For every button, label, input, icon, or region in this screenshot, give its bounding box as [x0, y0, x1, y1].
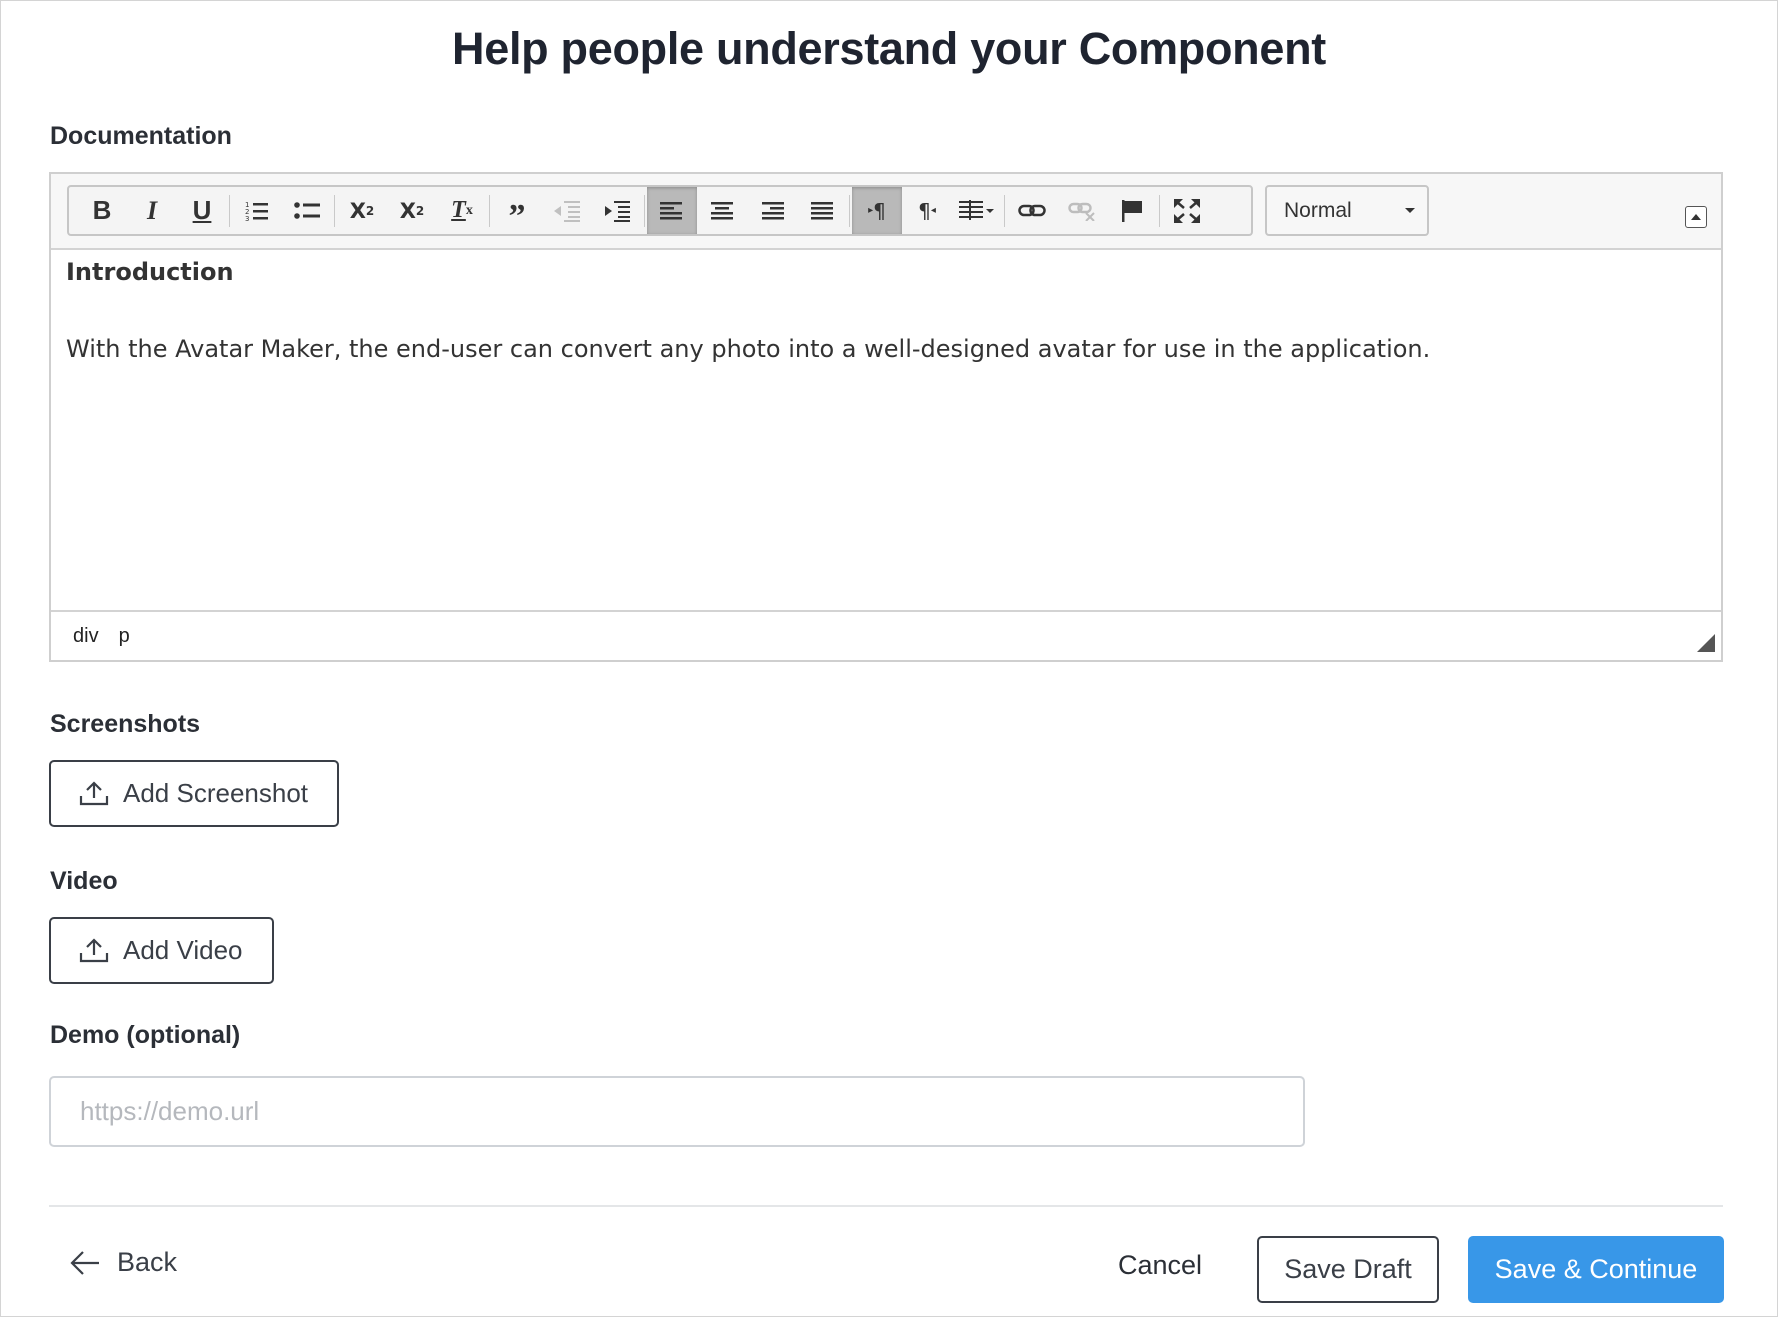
- maximize-button[interactable]: [1162, 187, 1212, 234]
- outdent-icon: [554, 200, 580, 222]
- toolbar-separator: [849, 194, 850, 227]
- add-screenshot-button[interactable]: Add Screenshot: [49, 760, 339, 827]
- indent-icon: [605, 200, 630, 222]
- anchor-button[interactable]: [1107, 187, 1157, 234]
- demo-url-input[interactable]: [49, 1076, 1305, 1147]
- unlink-icon: [1068, 202, 1095, 221]
- editor-content[interactable]: Introduction With the Avatar Maker, the …: [51, 250, 1721, 614]
- cancel-button[interactable]: Cancel: [1118, 1250, 1202, 1281]
- align-right-button[interactable]: [747, 187, 797, 234]
- toolbar-separator: [1004, 194, 1005, 227]
- link-button[interactable]: [1007, 187, 1057, 234]
- screenshots-label: Screenshots: [50, 710, 201, 738]
- arrow-left-icon: [70, 1250, 99, 1275]
- upload-icon: [79, 780, 109, 805]
- rich-text-editor: B I U 123 X2 X2 Tx ” ▸ ¶ ¶ ◂ Normal Intr…: [49, 172, 1723, 662]
- justify-button[interactable]: [797, 187, 847, 234]
- text-direction-ltr-button[interactable]: ▸ ¶: [852, 187, 902, 234]
- caret-down-icon: [1405, 208, 1415, 213]
- page: Help people understand your Component Do…: [0, 0, 1778, 1317]
- svg-text:3: 3: [245, 215, 249, 222]
- align-left-icon: [660, 201, 682, 219]
- editor-toolbar: B I U 123 X2 X2 Tx ” ▸ ¶ ¶ ◂ Normal: [51, 174, 1721, 250]
- collapse-icon: [1691, 213, 1701, 220]
- editor-paragraph: With the Avatar Maker, the end-user can …: [66, 335, 1431, 363]
- text-direction-rtl-button[interactable]: ¶ ◂: [902, 187, 952, 234]
- footer-divider: [49, 1205, 1723, 1207]
- blockquote-button[interactable]: ”: [492, 187, 542, 235]
- language-button[interactable]: [952, 187, 1002, 234]
- flag-icon: [1122, 199, 1142, 222]
- link-icon: [1018, 204, 1046, 216]
- numbered-list-button[interactable]: 123: [232, 187, 282, 234]
- add-video-label: Add Video: [123, 935, 243, 965]
- bold-button[interactable]: B: [77, 187, 127, 234]
- page-title: Help people understand your Component: [452, 23, 1326, 74]
- toolbar-button-group: B I U 123 X2 X2 Tx ” ▸ ¶ ¶ ◂: [67, 185, 1253, 236]
- align-right-icon: [762, 201, 784, 219]
- toolbar-separator: [229, 194, 230, 227]
- align-center-icon: [711, 201, 733, 219]
- bulleted-list-icon: [294, 201, 320, 219]
- add-video-button[interactable]: Add Video: [49, 917, 274, 984]
- element-path-p[interactable]: p: [119, 625, 130, 648]
- numbered-list-icon: 123: [245, 201, 268, 222]
- align-left-button[interactable]: [647, 187, 697, 234]
- back-label: Back: [117, 1247, 178, 1277]
- language-icon: [959, 199, 994, 220]
- format-select-value: Normal: [1284, 198, 1352, 222]
- toolbar-separator: [489, 194, 490, 227]
- superscript-button[interactable]: X2: [387, 187, 437, 234]
- demo-label: Demo (optional): [50, 1021, 241, 1049]
- upload-icon: [79, 937, 109, 962]
- outdent-button[interactable]: [542, 187, 592, 234]
- subscript-button[interactable]: X2: [337, 187, 387, 234]
- video-label: Video: [50, 867, 118, 895]
- bulleted-list-button[interactable]: [282, 187, 332, 234]
- documentation-label: Documentation: [50, 122, 232, 150]
- justify-icon: [811, 201, 833, 219]
- indent-button[interactable]: [592, 187, 642, 234]
- maximize-icon: [1174, 198, 1200, 223]
- save-draft-button[interactable]: Save Draft: [1257, 1236, 1439, 1303]
- add-screenshot-label: Add Screenshot: [123, 778, 309, 808]
- back-link[interactable]: Back: [69, 1247, 177, 1278]
- toolbar-separator: [1159, 194, 1160, 227]
- align-center-button[interactable]: [697, 187, 747, 234]
- collapse-toolbar-button[interactable]: [1685, 206, 1707, 228]
- remove-format-button[interactable]: Tx: [437, 187, 487, 234]
- toolbar-separator: [334, 194, 335, 227]
- editor-heading: Introduction: [66, 258, 234, 286]
- italic-button[interactable]: I: [127, 187, 177, 234]
- element-path-div[interactable]: div: [73, 625, 99, 648]
- resize-handle[interactable]: [1697, 634, 1715, 652]
- editor-statusbar: div p: [51, 610, 1721, 660]
- toolbar-separator: [644, 194, 645, 227]
- underline-button[interactable]: U: [177, 187, 227, 234]
- format-select[interactable]: Normal: [1265, 185, 1429, 236]
- save-continue-button[interactable]: Save & Continue: [1468, 1236, 1724, 1303]
- unlink-button[interactable]: [1057, 187, 1107, 234]
